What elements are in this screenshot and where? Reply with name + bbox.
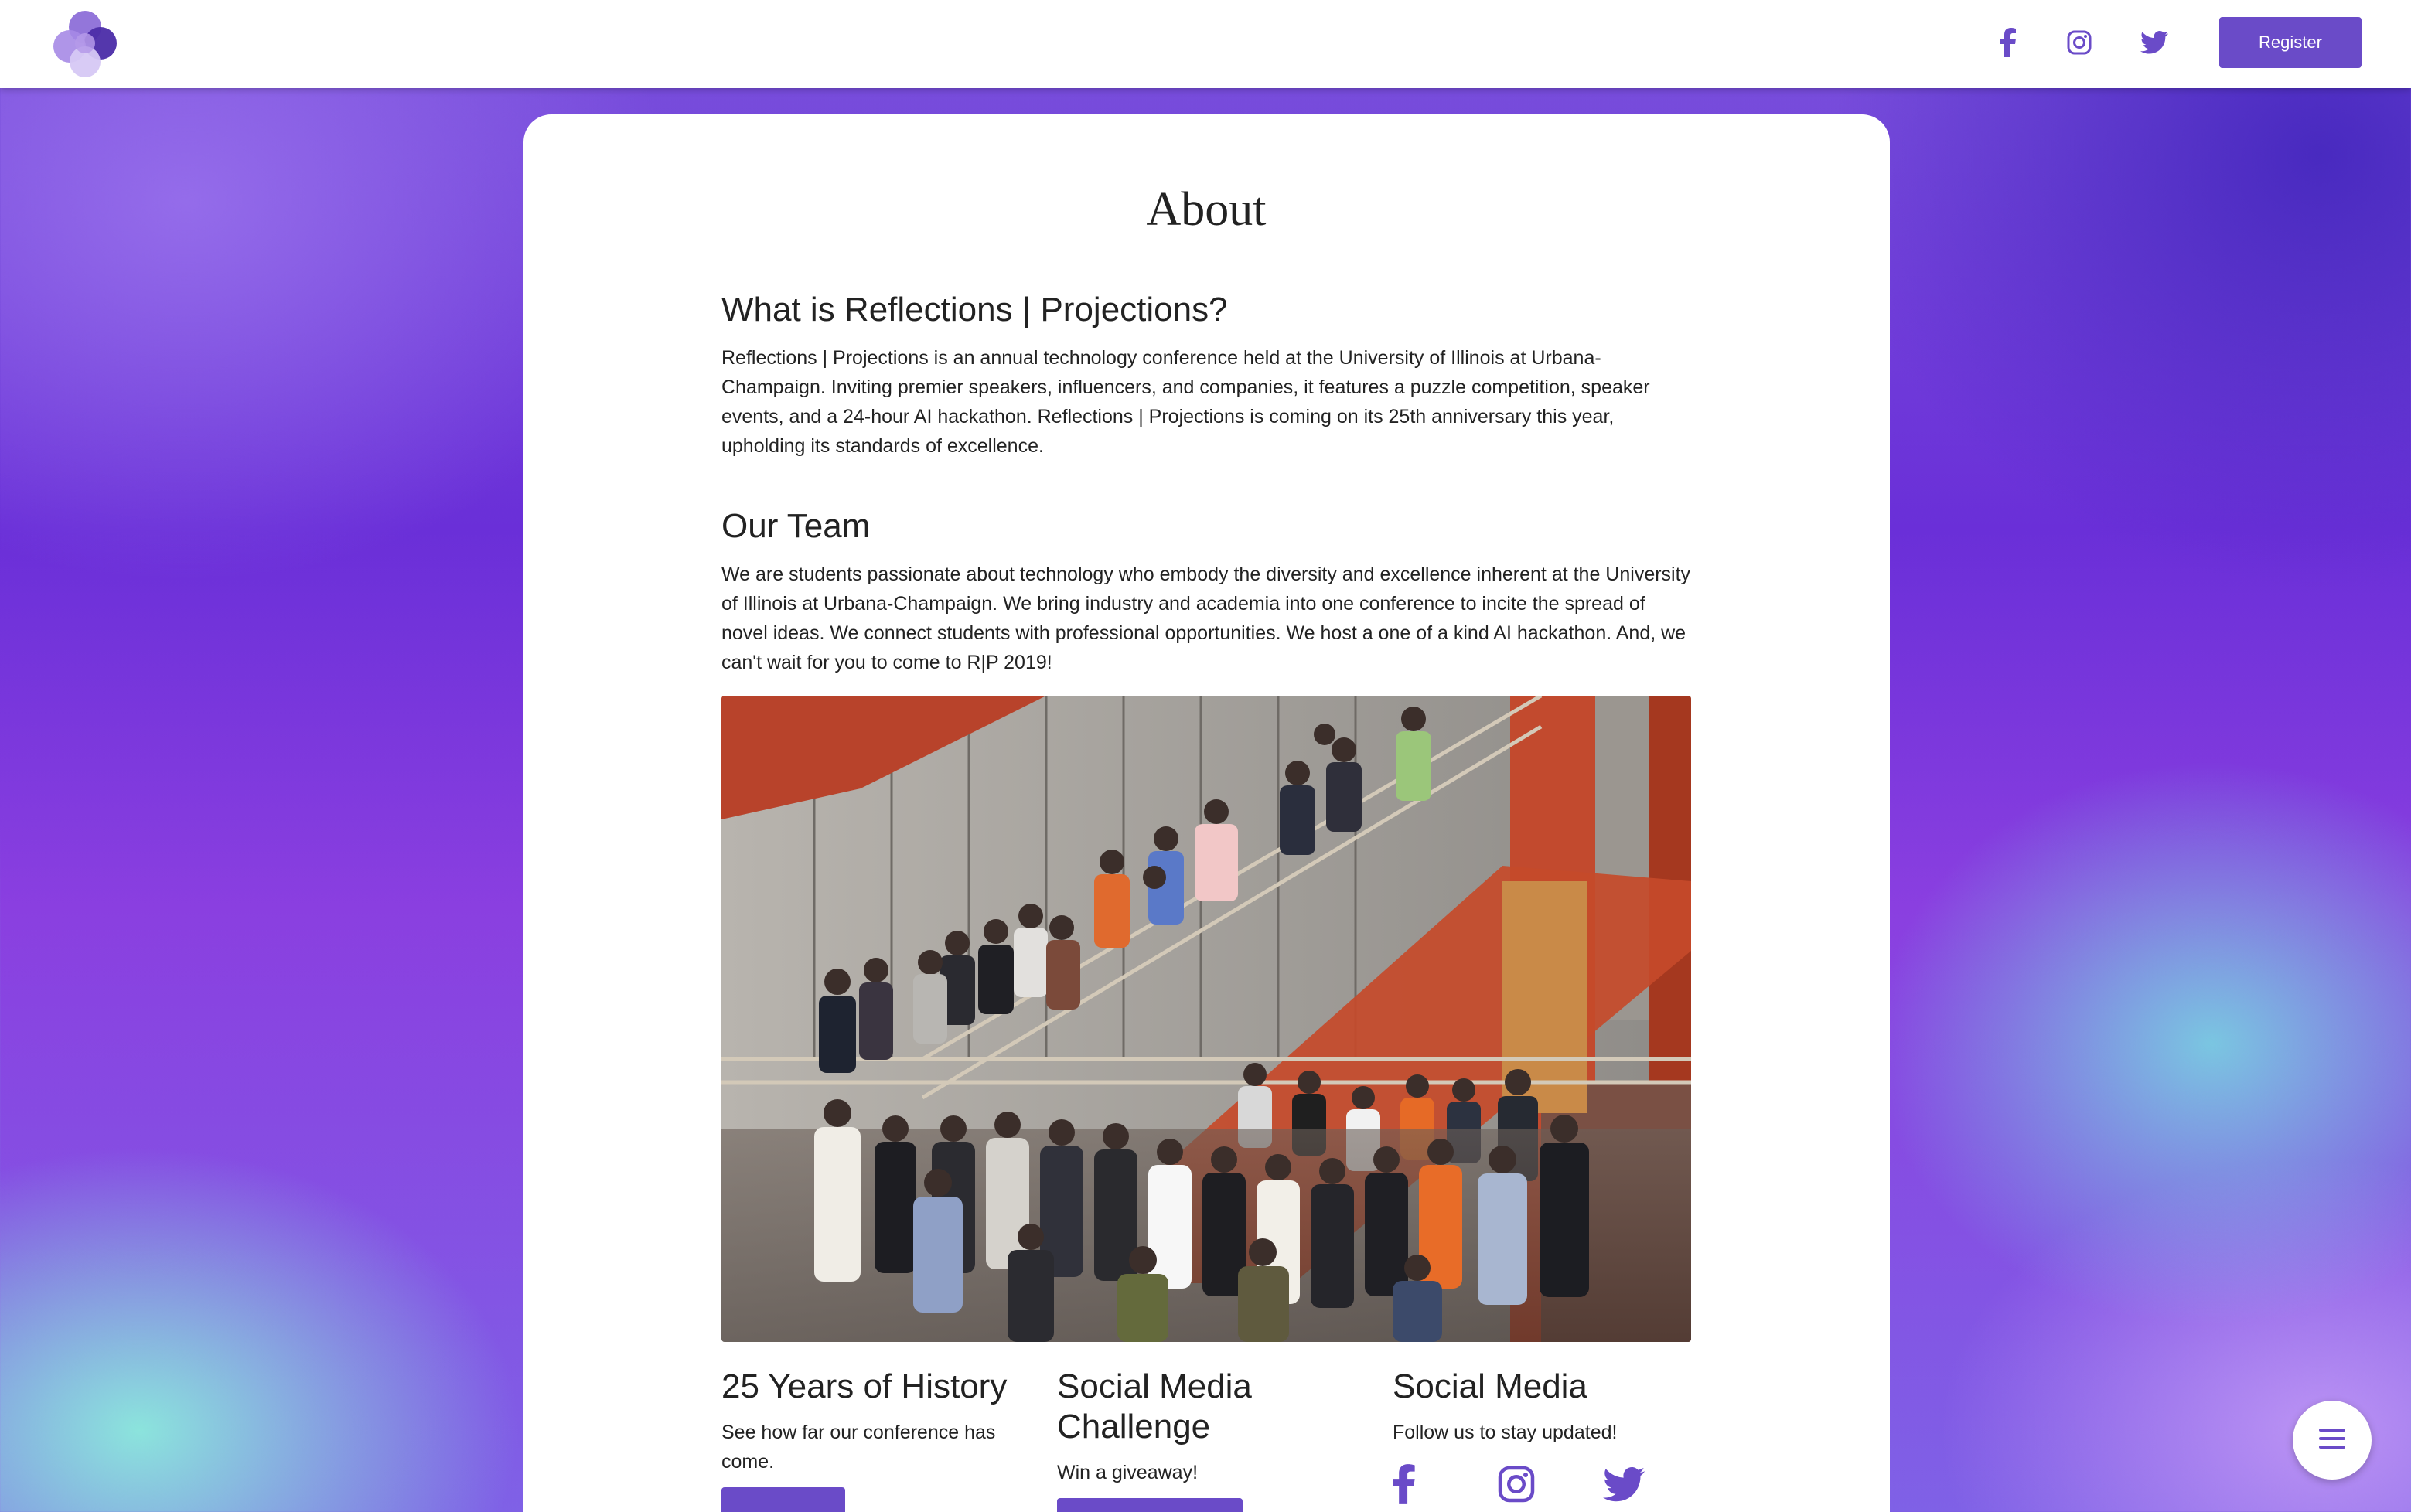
- history-column: 25 Years of History See how far our conf…: [721, 1367, 1025, 1512]
- team-text: We are students passionate about technol…: [721, 564, 1691, 673]
- social-column: Social Media Follow us to stay updated!: [1393, 1367, 1696, 1507]
- twitter-icon[interactable]: [2135, 23, 2174, 62]
- what-is-text: Reflections | Projections is an annual t…: [721, 347, 1650, 457]
- site-header: Register: [0, 0, 2411, 88]
- team-heading: Our Team: [721, 507, 871, 545]
- history-heading: 25 Years of History: [721, 1367, 1008, 1405]
- challenge-button[interactable]: [1057, 1498, 1243, 1512]
- menu-icon: [2319, 1427, 2345, 1454]
- challenge-heading: Social Media Challenge: [1057, 1367, 1252, 1446]
- rp-logo[interactable]: [46, 6, 124, 80]
- menu-fab-button[interactable]: [2293, 1401, 2372, 1480]
- facebook-icon[interactable]: [1989, 23, 2027, 62]
- about-card: About What is Reflections | Projections?…: [523, 114, 1890, 1512]
- facebook-icon[interactable]: [1393, 1461, 1451, 1507]
- instagram-icon[interactable]: [2060, 23, 2099, 62]
- twitter-icon[interactable]: [1603, 1461, 1662, 1507]
- page-title: About: [1146, 183, 1267, 236]
- history-button[interactable]: [721, 1487, 845, 1512]
- instagram-icon[interactable]: [1498, 1461, 1557, 1507]
- social-heading: Social Media: [1393, 1367, 1587, 1405]
- social-links: [1393, 1461, 1696, 1507]
- challenge-column: Social Media Challenge Win a giveaway!: [1057, 1367, 1360, 1512]
- what-is-heading: What is Reflections | Projections?: [721, 291, 1228, 329]
- register-button[interactable]: Register: [2219, 17, 2362, 68]
- team-photo: [721, 696, 1691, 1342]
- history-text: See how far our conference has come.: [721, 1422, 996, 1473]
- social-text: Follow us to stay updated!: [1393, 1422, 1618, 1443]
- challenge-text: Win a giveaway!: [1057, 1462, 1199, 1483]
